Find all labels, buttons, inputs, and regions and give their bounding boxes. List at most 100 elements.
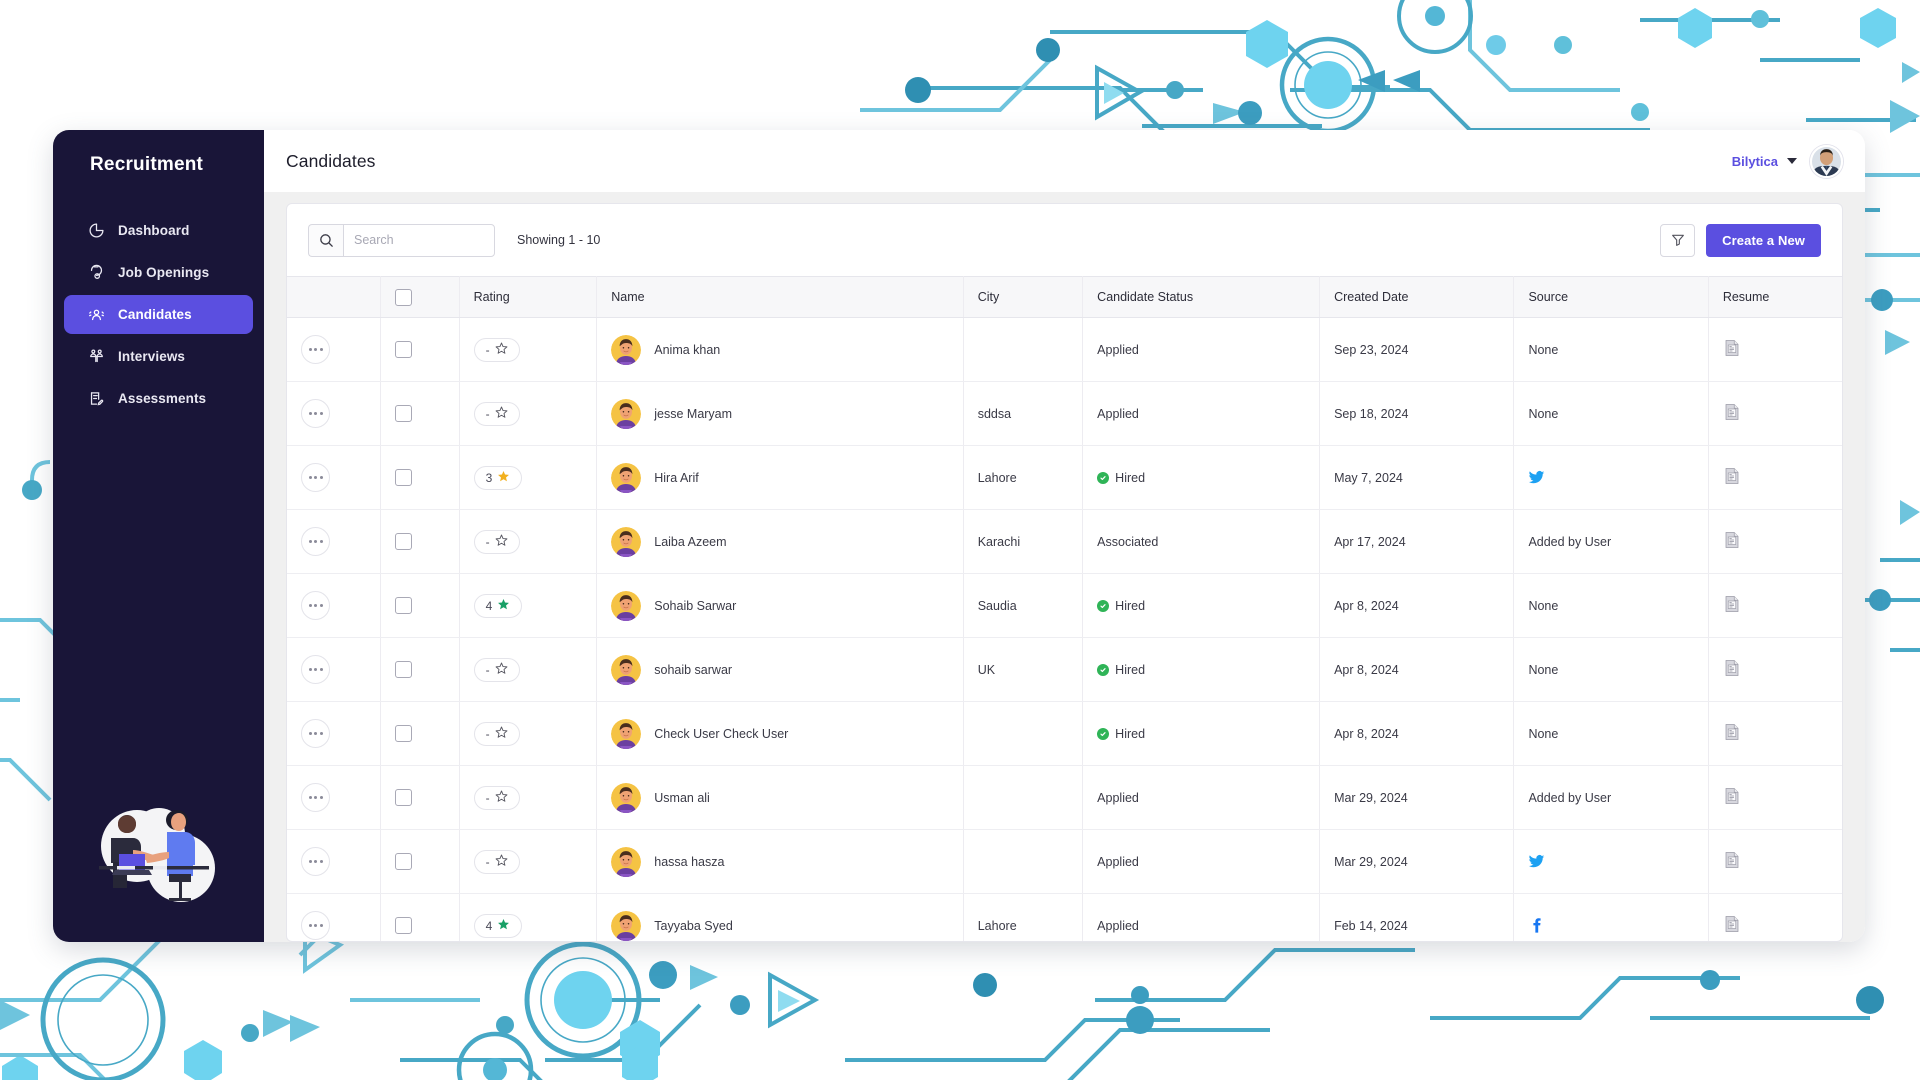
rating-pill[interactable]: - xyxy=(473,721,520,746)
row-menu-icon[interactable] xyxy=(301,527,330,556)
rating-pill[interactable]: - xyxy=(473,785,520,810)
rating-pill[interactable]: - xyxy=(473,337,520,362)
rating-pill[interactable]: 3 xyxy=(473,465,523,490)
candidate-name[interactable]: Laiba Azeem xyxy=(654,535,726,549)
resume-file-icon[interactable] xyxy=(1723,339,1828,360)
table-row[interactable]: - Laiba Azeem Karachi Associated Apr 17,… xyxy=(287,509,1842,574)
rating-pill[interactable]: - xyxy=(473,529,520,554)
candidate-name[interactable]: jesse Maryam xyxy=(654,407,732,421)
sidebar-item-assessments[interactable]: Assessments xyxy=(64,379,253,418)
resume-file-icon[interactable] xyxy=(1723,851,1828,872)
row-actions-cell xyxy=(287,701,381,766)
table-row[interactable]: - sohaib sarwar UK Hired Apr 8, 2024 Non… xyxy=(287,637,1842,702)
th-rating[interactable]: Rating xyxy=(459,276,598,318)
select-all-checkbox[interactable] xyxy=(394,288,412,306)
row-menu-icon[interactable] xyxy=(301,655,330,684)
resume-file-icon[interactable] xyxy=(1723,467,1828,488)
sidebar-item-interviews[interactable]: Interviews xyxy=(64,337,253,376)
resume-file-icon[interactable] xyxy=(1723,595,1828,616)
table-row[interactable]: - Usman ali Applied Mar 29, 2024 Added b… xyxy=(287,765,1842,830)
search-input[interactable] xyxy=(343,223,495,257)
candidate-name[interactable]: Check User Check User xyxy=(654,727,788,741)
candidate-avatar xyxy=(611,782,642,813)
candidate-name[interactable]: hassa hasza xyxy=(654,855,724,869)
table-row[interactable]: 4 Tayyaba Syed Lahore Applied Feb 14, 20… xyxy=(287,893,1842,941)
row-menu-icon[interactable] xyxy=(301,399,330,428)
rating-pill[interactable]: 4 xyxy=(473,913,523,938)
candidate-name[interactable]: Anima khan xyxy=(654,343,720,357)
candidate-name[interactable]: Tayyaba Syed xyxy=(654,919,733,933)
sidebar-item-candidates[interactable]: Candidates xyxy=(64,295,253,334)
twitter-icon[interactable] xyxy=(1528,853,1693,870)
status-label: Hired xyxy=(1115,662,1146,677)
interview-icon xyxy=(87,348,105,366)
row-checkbox[interactable] xyxy=(394,789,412,806)
row-checkbox[interactable] xyxy=(394,469,412,486)
row-checkbox[interactable] xyxy=(394,405,412,422)
filter-funnel-icon[interactable] xyxy=(1660,223,1696,257)
rating-pill[interactable]: 4 xyxy=(473,593,523,618)
chevron-down-icon[interactable] xyxy=(1787,158,1797,164)
row-checkbox[interactable] xyxy=(394,597,412,614)
twitter-icon[interactable] xyxy=(1528,469,1693,486)
cell-city xyxy=(963,765,1084,830)
rating-pill[interactable]: - xyxy=(473,657,520,682)
briefcase-icon xyxy=(87,264,105,282)
row-menu-icon[interactable] xyxy=(301,847,330,876)
table-head: Rating Name City Candidate Status Create… xyxy=(287,276,1842,318)
sidebar-item-dashboard[interactable]: Dashboard xyxy=(64,211,253,250)
resume-file-icon[interactable] xyxy=(1723,787,1828,808)
row-checkbox[interactable] xyxy=(394,341,412,358)
cell-city xyxy=(963,701,1084,766)
facebook-icon[interactable] xyxy=(1528,917,1693,934)
row-menu-icon[interactable] xyxy=(301,591,330,620)
star-icon xyxy=(495,406,508,422)
resume-file-icon[interactable] xyxy=(1723,531,1828,552)
table-row[interactable]: - Check User Check User Hired Apr 8, 202… xyxy=(287,701,1842,766)
resume-file-icon[interactable] xyxy=(1723,659,1828,680)
table-row[interactable]: - jesse Maryam sddsa Applied Sep 18, 202… xyxy=(287,381,1842,446)
row-menu-icon[interactable] xyxy=(301,719,330,748)
rating-pill[interactable]: - xyxy=(473,401,520,426)
table-row[interactable]: 3 Hira Arif Lahore Hired May 7, 2024 xyxy=(287,445,1842,510)
table-row[interactable]: 4 Sohaib Sarwar Saudia Hired Apr 8, 2024… xyxy=(287,573,1842,638)
table-row[interactable]: - hassa hasza Applied Mar 29, 2024 xyxy=(287,829,1842,894)
row-checkbox[interactable] xyxy=(394,725,412,742)
th-created[interactable]: Created Date xyxy=(1319,276,1515,318)
th-status[interactable]: Candidate Status xyxy=(1082,276,1321,318)
table-scroll-region[interactable]: Rating Name City Candidate Status Create… xyxy=(287,276,1842,941)
resume-file-icon[interactable] xyxy=(1723,403,1828,424)
candidate-avatar xyxy=(611,846,642,877)
resume-file-icon[interactable] xyxy=(1723,723,1828,744)
org-name[interactable]: Bilytica xyxy=(1732,154,1778,169)
candidate-name[interactable]: Sohaib Sarwar xyxy=(654,599,736,613)
pie-chart-icon xyxy=(87,222,105,240)
th-name[interactable]: Name xyxy=(596,276,964,318)
row-checkbox[interactable] xyxy=(394,853,412,870)
th-source[interactable]: Source xyxy=(1513,276,1709,318)
row-menu-icon[interactable] xyxy=(301,911,330,940)
row-select-cell xyxy=(380,637,460,702)
th-resume[interactable]: Resume xyxy=(1708,276,1842,318)
row-menu-icon[interactable] xyxy=(301,463,330,492)
candidate-name[interactable]: sohaib sarwar xyxy=(654,663,732,677)
row-menu-icon[interactable] xyxy=(301,783,330,812)
cell-resume xyxy=(1708,701,1842,766)
candidate-name[interactable]: Usman ali xyxy=(654,791,710,805)
create-a-new-button[interactable]: Create a New xyxy=(1706,223,1821,257)
sidebar-item-job-openings[interactable]: Job Openings xyxy=(64,253,253,292)
star-icon xyxy=(497,918,510,934)
row-checkbox[interactable] xyxy=(394,917,412,934)
sidebar-item-label: Assessments xyxy=(118,391,207,406)
th-city[interactable]: City xyxy=(963,276,1084,318)
rating-pill[interactable]: - xyxy=(473,849,520,874)
resume-file-icon[interactable] xyxy=(1723,915,1828,936)
search-icon[interactable] xyxy=(308,223,343,257)
table-row[interactable]: - Anima khan Applied Sep 23, 2024 None xyxy=(287,317,1842,382)
cell-city: Karachi xyxy=(963,509,1084,574)
row-checkbox[interactable] xyxy=(394,533,412,550)
row-menu-icon[interactable] xyxy=(301,335,330,364)
row-checkbox[interactable] xyxy=(394,661,412,678)
candidate-name[interactable]: Hira Arif xyxy=(654,471,698,485)
avatar[interactable] xyxy=(1810,144,1843,178)
